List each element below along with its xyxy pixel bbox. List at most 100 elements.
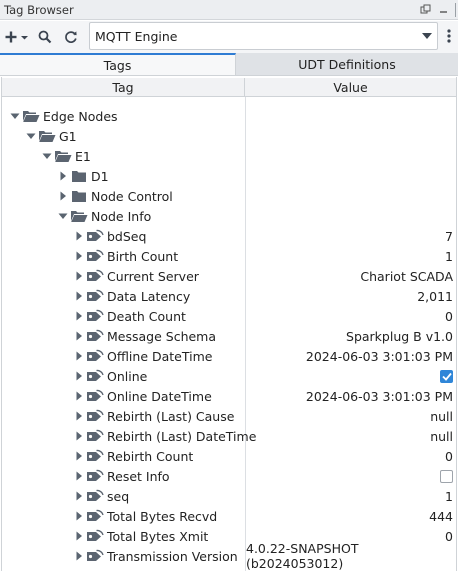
tree-row[interactable]: Online DateTime 2024-06-03 3:01:03 PM [2,386,456,406]
tree-row[interactable]: Transmission Version 4.0.22-SNAPSHOT (b20… [2,541,456,571]
expanded-arrow-icon[interactable] [40,146,54,166]
tag-icon [86,426,104,446]
folder-open-icon [38,126,56,146]
tree-row[interactable]: Offline DateTime 2024-06-03 3:01:03 PM [2,346,456,366]
tree-row[interactable]: bdSeq 7 [2,226,456,246]
collapsed-arrow-icon[interactable] [72,406,86,426]
tree-row-label: D1 [91,168,109,184]
tree-row-label: Node Control [91,188,173,204]
refresh-icon[interactable] [58,24,84,50]
tree-row[interactable]: Rebirth Count 0 [2,446,456,466]
tag-provider-select[interactable]: MQTT Engine [89,22,438,50]
tree-row-value: 7 [445,228,453,244]
tree-row-tag-cell: seq [72,486,129,506]
panel-titlebar: Tag Browser [0,0,458,20]
tree-row-label: Death Count [107,308,186,324]
tree-row-label: Birth Count [107,248,179,264]
collapsed-arrow-icon[interactable] [72,306,86,326]
collapsed-arrow-icon[interactable] [72,266,86,286]
collapsed-arrow-icon[interactable] [72,286,86,306]
collapsed-arrow-icon[interactable] [72,466,86,486]
collapsed-arrow-icon[interactable] [72,546,86,566]
tree-row-value: 0 [445,448,453,464]
tree-row-label: seq [107,488,130,504]
tree-row-tag-cell: Reset Info [72,466,170,486]
folder-icon [70,186,88,206]
tree-row-tag-cell: Online DateTime [72,386,212,406]
tag-icon [86,246,104,266]
expanded-arrow-icon[interactable] [56,206,70,226]
collapsed-arrow-icon[interactable] [72,506,86,526]
tab-udt-definitions[interactable]: UDT Definitions [236,53,458,75]
tree-row-tag-cell: Current Server [72,266,199,286]
more-menu-icon[interactable] [443,26,455,46]
tree-row-label: bdSeq [107,228,147,244]
panel-edge-handle[interactable] [452,1,458,19]
tag-icon [86,286,104,306]
collapsed-arrow-icon[interactable] [72,486,86,506]
tree-row-tag-cell: Rebirth (Last) DateTime [72,426,256,446]
tree-row[interactable]: D1 [2,166,456,186]
collapsed-arrow-icon[interactable] [72,346,86,366]
checked-checkbox-icon[interactable] [440,369,453,383]
tree-row[interactable]: Total Bytes Recvd 444 [2,506,456,526]
float-window-icon[interactable] [416,1,434,19]
tag-icon [86,346,104,366]
expanded-arrow-icon[interactable] [24,126,38,146]
tree-row-label: Data Latency [107,288,191,304]
tree-row-value-cell: 1 [246,486,453,506]
add-tag-button[interactable] [2,24,32,50]
tree-row[interactable]: Online [2,366,456,386]
chevron-down-icon[interactable] [417,33,437,39]
tree-row-label: G1 [59,128,77,144]
collapsed-arrow-icon[interactable] [72,526,86,546]
tree-row-tag-cell: Transmission Version [72,546,238,566]
browser-tabs: Tags UDT Definitions [0,53,458,76]
tree-row[interactable]: G1 [2,126,456,146]
collapsed-arrow-icon[interactable] [72,326,86,346]
collapsed-arrow-icon[interactable] [72,426,86,446]
tree-row-tag-cell: Total Bytes Recvd [72,506,217,526]
expanded-arrow-icon[interactable] [8,106,22,126]
tree-row-tag-cell: Birth Count [72,246,178,266]
tree-row[interactable]: Message Schema Sparkplug B v1.0 [2,326,456,346]
tree-row-value-cell: 1 [246,246,453,266]
search-icon[interactable] [32,24,58,50]
tree-row-value-cell: Sparkplug B v1.0 [246,326,453,346]
tree-row-value: Chariot SCADA [360,268,453,284]
tree-row-value-cell: Chariot SCADA [246,266,453,286]
tree-row-label: Edge Nodes [43,108,118,124]
tree-row[interactable]: Data Latency 2,011 [2,286,456,306]
tag-icon [86,306,104,326]
tab-tags[interactable]: Tags [0,53,236,75]
folder-icon [70,166,88,186]
tree-row[interactable]: Node Control [2,186,456,206]
tree-row[interactable]: Edge Nodes [2,106,456,126]
tree-row[interactable]: Current Server Chariot SCADA [2,266,456,286]
tree-row[interactable]: Reset Info [2,466,456,486]
collapsed-arrow-icon[interactable] [72,246,86,266]
collapsed-arrow-icon[interactable] [72,446,86,466]
tree-row[interactable]: Birth Count 1 [2,246,456,266]
collapsed-arrow-icon[interactable] [72,366,86,386]
collapsed-arrow-icon[interactable] [72,226,86,246]
collapsed-arrow-icon[interactable] [72,386,86,406]
tree-row[interactable]: Rebirth (Last) DateTime null [2,426,456,446]
collapsed-arrow-icon[interactable] [56,166,70,186]
tree-row-tag-cell: Message Schema [72,326,216,346]
tree-row-tag-cell: G1 [24,126,77,146]
tag-icon [86,506,104,526]
tree-row[interactable]: Rebirth (Last) Cause null [2,406,456,426]
collapsed-arrow-icon[interactable] [56,186,70,206]
column-header-value[interactable]: Value [245,78,456,96]
column-header-tag[interactable]: Tag [2,78,245,96]
minimize-icon[interactable] [434,1,452,19]
tree-row[interactable]: Node Info [2,206,456,226]
tree-row-tag-cell: Node Info [56,206,151,226]
tree-row[interactable]: E1 [2,146,456,166]
tree-row[interactable]: Death Count 0 [2,306,456,326]
tree-row-label: Online DateTime [107,388,212,404]
tree-row[interactable]: seq 1 [2,486,456,506]
unchecked-checkbox-icon[interactable] [440,469,453,483]
panel-title: Tag Browser [4,2,74,17]
